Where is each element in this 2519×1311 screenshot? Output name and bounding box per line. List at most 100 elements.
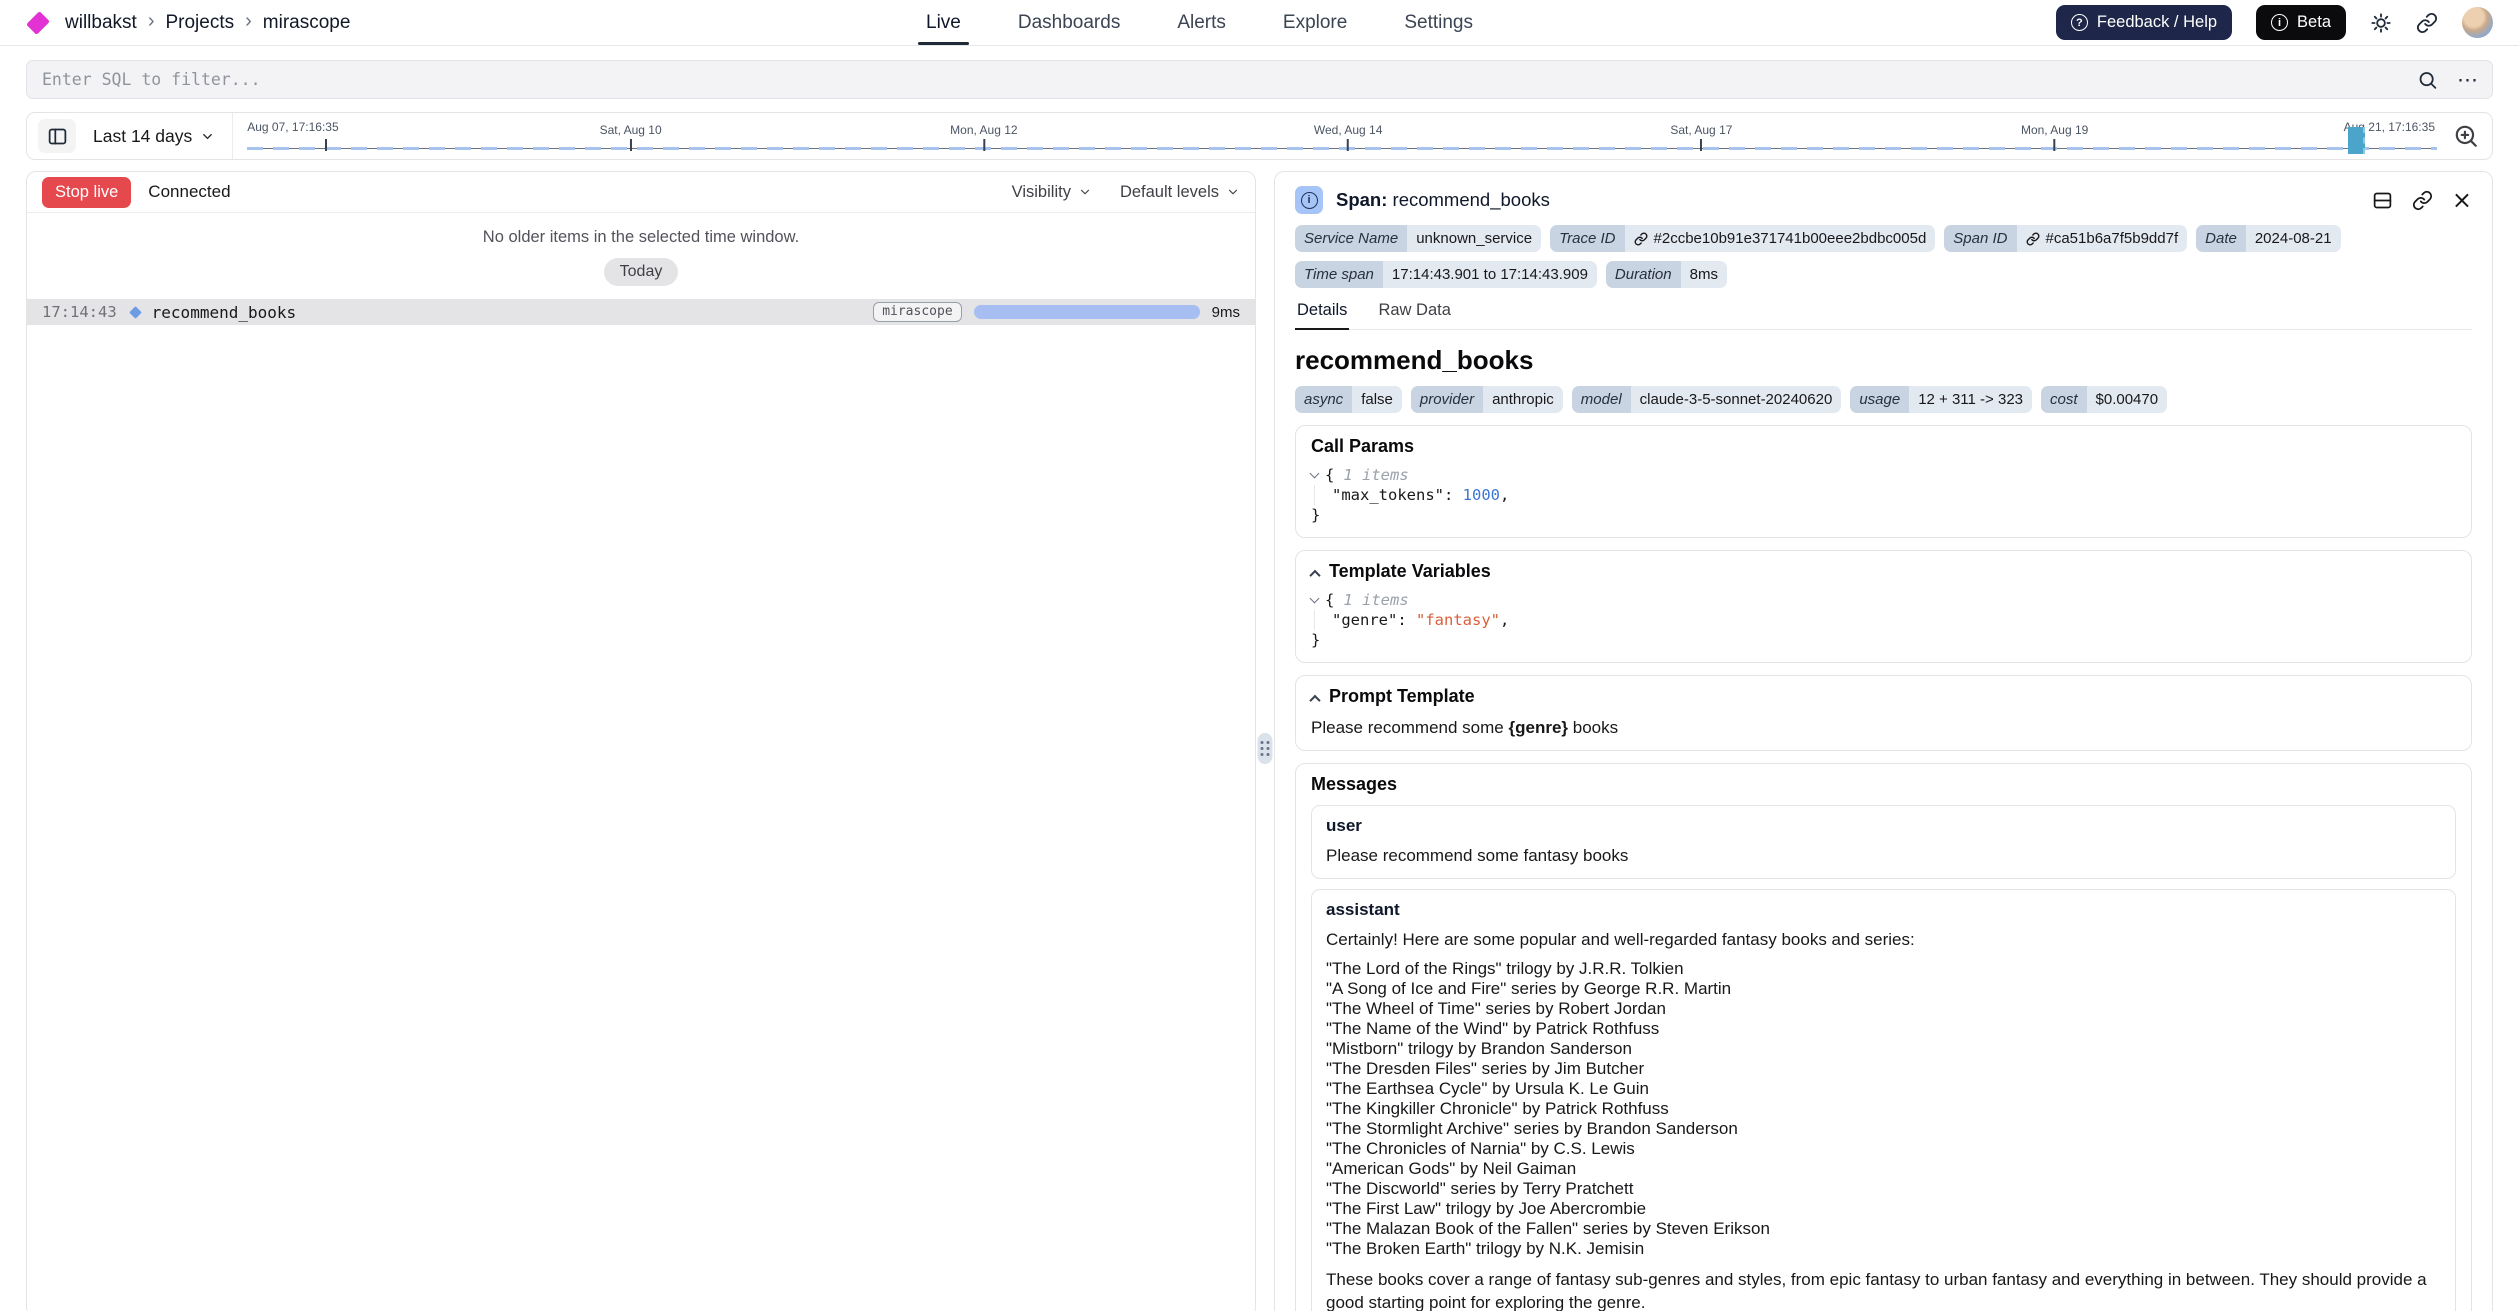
feedback-help-button[interactable]: ? Feedback / Help	[2056, 5, 2232, 40]
book-line: "The Name of the Wind" by Patrick Rothfu…	[1326, 1019, 2441, 1039]
divider-drag-handle[interactable]	[1258, 733, 1273, 764]
collapse-caret-icon[interactable]	[1309, 569, 1320, 580]
template-variables-card: Template Variables {1 items"genre": "fan…	[1295, 550, 2472, 663]
chevron-down-icon	[1078, 185, 1092, 199]
expand-chevron-icon[interactable]	[1310, 468, 1320, 478]
tab-settings[interactable]: Settings	[1404, 0, 1473, 45]
app-logo-icon[interactable]	[26, 11, 50, 35]
tab-dashboards[interactable]: Dashboards	[1018, 0, 1120, 45]
meta-badge-trace-id[interactable]: Trace ID#2ccbe10b91e371741b00eee2bdbc005…	[1550, 225, 1935, 252]
beta-button[interactable]: i Beta	[2256, 5, 2346, 40]
default-levels-dropdown[interactable]: Default levels	[1120, 183, 1240, 202]
timeline-tick: Wed, Aug 14	[1314, 123, 1383, 151]
sql-filter-input[interactable]	[26, 60, 2493, 99]
prompt-variable: {genre}	[1508, 718, 1568, 737]
split-view-button[interactable]	[2372, 190, 2393, 211]
sql-filter-bar: ⋯	[26, 60, 2493, 99]
tab-explore[interactable]: Explore	[1283, 0, 1347, 45]
book-line: "The Chronicles of Narnia" by C.S. Lewis	[1326, 1139, 2441, 1159]
more-options-icon[interactable]: ⋯	[2457, 69, 2478, 90]
book-line: "The Earthsea Cycle" by Ursula K. Le Gui…	[1326, 1079, 2441, 1099]
book-line: "The Stormlight Archive" series by Brand…	[1326, 1119, 2441, 1139]
messages-title: Messages	[1311, 774, 2456, 795]
timeline-zoom-button[interactable]	[2451, 121, 2481, 151]
tab-live[interactable]: Live	[926, 0, 961, 45]
span-tab-raw-data[interactable]: Raw Data	[1376, 301, 1452, 329]
empty-window-notice: No older items in the selected time wind…	[27, 228, 1255, 247]
call-params-title-text: Call Params	[1311, 436, 1414, 457]
search-icon[interactable]	[2417, 69, 2438, 90]
timeline-start-label: Aug 07, 17:16:35	[247, 120, 338, 134]
panel-left-icon	[47, 126, 68, 147]
breadcrumb: willbakst › Projects › mirascope	[26, 12, 926, 34]
prompt-template-card: Prompt Template Please recommend some {g…	[1295, 675, 2472, 751]
call-params-card: Call Params {1 items"max_tokens": 1000,}	[1295, 425, 2472, 538]
trace-row-recommend-books[interactable]: 17:14:43 recommend_books mirascope 9ms	[27, 299, 1255, 325]
visibility-dropdown[interactable]: Visibility	[1012, 183, 1092, 202]
stream-controls: Visibility Default levels	[1012, 183, 1240, 202]
book-line: "The First Law" trilogy by Joe Abercromb…	[1326, 1199, 2441, 1219]
stop-live-button[interactable]: Stop live	[42, 177, 131, 208]
book-line: "Mistborn" trilogy by Brandon Sanderson	[1326, 1039, 2441, 1059]
timeline-selection-brush[interactable]	[2348, 127, 2365, 154]
json-entry-row: "max_tokens": 1000,	[1332, 485, 2456, 505]
sidebar-toggle-button[interactable]	[38, 119, 76, 153]
timeline-tick: Sat, Aug 10	[600, 123, 662, 151]
time-range-label: Last 14 days	[93, 126, 192, 147]
attr-badge-provider: provideranthropic	[1411, 386, 1563, 413]
top-nav: willbakst › Projects › mirascope Live Das…	[0, 0, 2519, 46]
visibility-label: Visibility	[1012, 183, 1071, 202]
copy-link-button[interactable]	[2412, 190, 2433, 211]
template-variables-json: {1 items"genre": "fantasy",}	[1311, 590, 2456, 650]
link-icon	[2416, 12, 2438, 34]
expand-chevron-icon[interactable]	[1310, 593, 1320, 603]
prompt-pre: Please recommend some	[1311, 718, 1508, 737]
nav-tabs: Live Dashboards Alerts Explore Settings	[926, 0, 1473, 45]
timeline-track[interactable]: Aug 07, 17:16:35 Aug 21, 17:16:35 Sat, A…	[232, 113, 2441, 159]
breadcrumb-project[interactable]: mirascope	[263, 12, 351, 34]
assistant-message: assistant Certainly! Here are some popul…	[1311, 889, 2456, 1311]
tab-alerts[interactable]: Alerts	[1177, 0, 1226, 45]
stream-header: Stop live Connected Visibility Default l…	[27, 172, 1255, 213]
book-line: "The Malazan Book of the Fallen" series …	[1326, 1219, 2441, 1239]
span-function-name: recommend_books	[1295, 345, 2472, 376]
time-range-dropdown[interactable]: Last 14 days	[76, 126, 232, 147]
sun-icon	[2370, 12, 2392, 34]
collapse-caret-icon[interactable]	[1309, 694, 1320, 705]
span-detail-panel: i Span: recommend_books	[1274, 171, 2493, 1311]
attr-badge-usage: usage12 + 311 -> 323	[1850, 386, 2032, 413]
zoom-in-icon	[2453, 123, 2479, 149]
stream-body: No older items in the selected time wind…	[27, 213, 1255, 325]
messages-card: Messages user Please recommend some fant…	[1295, 763, 2472, 1311]
message-text: Please recommend some fantasy books	[1326, 846, 2441, 866]
filter-actions: ⋯	[2417, 69, 2478, 90]
duration-bar	[974, 305, 1200, 319]
trace-stream-panel: Stop live Connected Visibility Default l…	[26, 171, 1256, 1311]
meta-badge-span-id[interactable]: Span ID#ca51b6a7f5b9dd7f	[1944, 225, 2187, 252]
share-link-button[interactable]	[2416, 12, 2438, 34]
scope-badge: mirascope	[873, 302, 961, 322]
theme-toggle-button[interactable]	[2370, 12, 2392, 34]
breadcrumb-org[interactable]: willbakst	[65, 12, 137, 34]
message-role: assistant	[1326, 900, 2441, 920]
attr-badge-async: asyncfalse	[1295, 386, 1402, 413]
timeline-tick: Sat, Aug 17	[1670, 123, 1732, 151]
span-title-prefix: Span:	[1336, 189, 1387, 210]
message-role: user	[1326, 816, 2441, 836]
link-icon	[2412, 190, 2433, 211]
json-root-row: {1 items	[1311, 590, 2456, 610]
span-diamond-icon	[129, 306, 142, 319]
trace-time: 17:14:43	[42, 303, 117, 321]
book-line: "The Discworld" series by Terry Pratchet…	[1326, 1179, 2441, 1199]
breadcrumb-section[interactable]: Projects	[165, 12, 234, 34]
close-panel-button[interactable]: ×	[2452, 188, 2472, 212]
json-close-row: }	[1311, 505, 2456, 525]
chevron-down-icon	[1226, 185, 1240, 199]
today-badge[interactable]: Today	[604, 258, 679, 286]
assistant-intro: Certainly! Here are some popular and wel…	[1326, 930, 2441, 950]
book-line: "The Lord of the Rings" trilogy by J.R.R…	[1326, 959, 2441, 979]
span-header-actions: ×	[2372, 188, 2472, 212]
user-avatar[interactable]	[2462, 7, 2493, 38]
prompt-template-title-text: Prompt Template	[1329, 686, 1475, 707]
span-tab-details[interactable]: Details	[1295, 301, 1349, 329]
